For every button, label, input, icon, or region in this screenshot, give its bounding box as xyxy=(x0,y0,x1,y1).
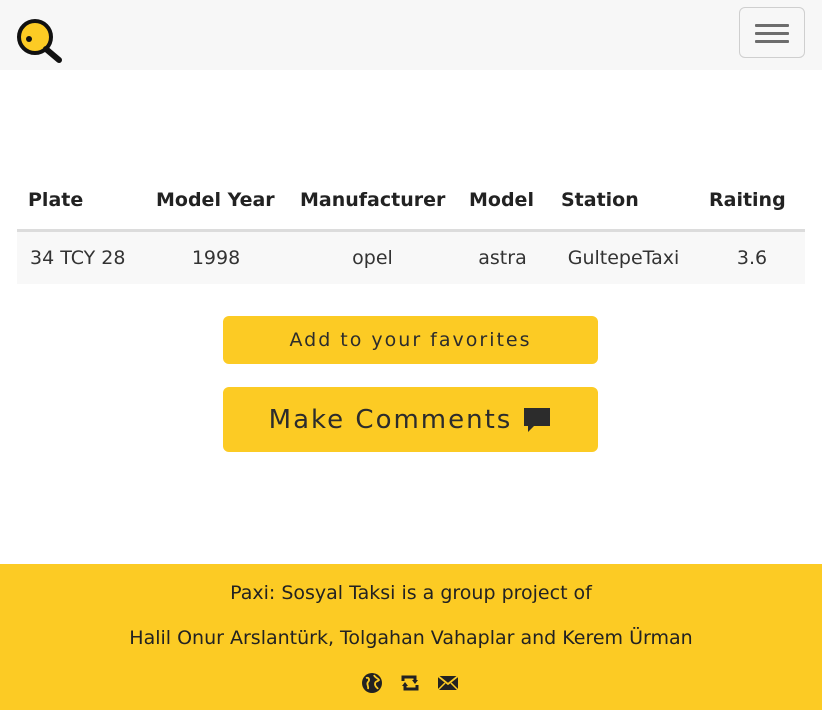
cell-manufacturer: opel xyxy=(288,230,457,284)
make-comments-label: Make Comments xyxy=(268,404,513,435)
comment-icon xyxy=(522,406,552,434)
navbar-toggle-button[interactable] xyxy=(739,7,805,58)
navbar xyxy=(0,0,822,70)
add-to-favorites-button[interactable]: Add to your favorites xyxy=(223,316,598,364)
column-header-model: Model xyxy=(457,172,548,232)
table-row: 34 TCY 28 1998 opel astra GultepeTaxi 3.… xyxy=(17,230,805,284)
add-to-favorites-label: Add to your favorites xyxy=(289,329,532,351)
footer-social-icons xyxy=(360,670,460,696)
cell-model: astra xyxy=(457,230,548,284)
column-header-plate: Plate xyxy=(17,172,144,232)
cell-model-year: 1998 xyxy=(144,230,288,284)
cell-station: GultepeTaxi xyxy=(548,230,699,284)
cell-plate: 34 TCY 28 xyxy=(17,230,144,284)
footer-authors-line: Halil Onur Arslantürk, Tolgahan Vahaplar… xyxy=(129,627,693,649)
taxi-table: Plate Model Year Manufacturer Model Stat… xyxy=(17,172,805,284)
column-header-station: Station xyxy=(548,172,699,232)
column-header-model-year: Model Year xyxy=(144,172,288,232)
make-comments-button[interactable]: Make Comments xyxy=(223,387,598,452)
globe-icon[interactable] xyxy=(360,671,384,695)
column-header-manufacturer: Manufacturer xyxy=(288,172,457,232)
footer: Paxi: Sosyal Taksi is a group project of… xyxy=(0,564,822,710)
envelope-icon[interactable] xyxy=(436,671,460,695)
column-header-rating: Raiting xyxy=(699,172,805,232)
footer-project-line: Paxi: Sosyal Taksi is a group project of xyxy=(230,582,592,604)
retweet-icon[interactable] xyxy=(398,671,422,695)
magnifier-logo-icon[interactable] xyxy=(16,18,64,64)
cell-rating: 3.6 xyxy=(699,230,805,284)
table-header-row: Plate Model Year Manufacturer Model Stat… xyxy=(17,172,805,232)
